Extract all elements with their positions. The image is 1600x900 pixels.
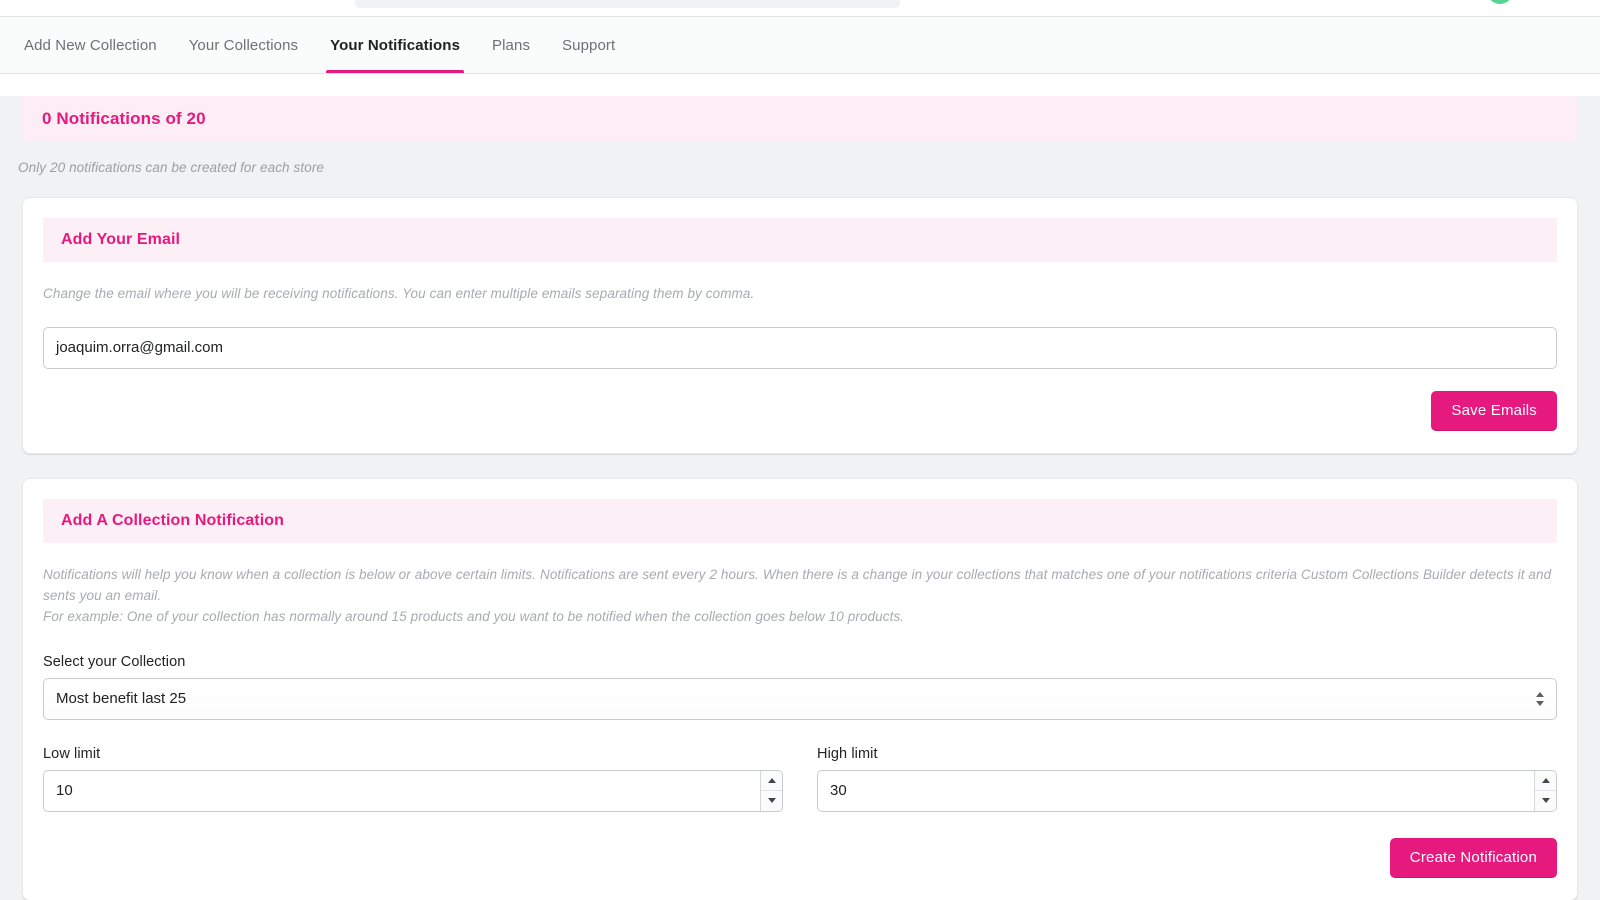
tab-your-collections[interactable]: Your Collections — [173, 17, 314, 73]
collection-select-label: Select your Collection — [43, 654, 1557, 670]
add-collection-notification-description: Notifications will help you know when a … — [43, 565, 1557, 628]
add-collection-notification-title: Add A Collection Notification — [61, 512, 284, 530]
limits-row: Low limit 10 High limit 30 — [43, 720, 1557, 812]
chevron-updown-icon — [1536, 692, 1544, 706]
high-limit-group: High limit 30 — [817, 720, 1557, 812]
high-limit-input[interactable]: 30 — [817, 770, 1557, 812]
email-field-value: joaquim.orra@gmail.com — [56, 339, 223, 356]
add-email-description: Change the email where you will be recei… — [43, 284, 1557, 305]
tab-label: Your Collections — [189, 37, 298, 54]
tab-label: Your Notifications — [330, 37, 460, 54]
collection-select-value: Most benefit last 25 — [56, 690, 186, 707]
notification-quota-title: 0 Notifications of 20 — [42, 109, 206, 129]
tab-label: Support — [562, 37, 615, 54]
high-limit-stepper[interactable] — [1534, 771, 1556, 811]
avatar[interactable] — [1487, 0, 1513, 4]
tab-your-notifications[interactable]: Your Notifications — [314, 17, 476, 73]
create-notification-button[interactable]: Create Notification — [1390, 838, 1557, 878]
add-collection-notification-card: Add A Collection Notification Notificati… — [22, 478, 1578, 900]
low-limit-stepper[interactable] — [760, 771, 782, 811]
add-collection-notification-card-header: Add A Collection Notification — [43, 499, 1557, 543]
high-limit-decrement-icon[interactable] — [1535, 791, 1556, 811]
tab-add-new-collection[interactable]: Add New Collection — [8, 17, 173, 73]
low-limit-value: 10 — [56, 782, 73, 799]
low-limit-decrement-icon[interactable] — [761, 791, 782, 811]
email-field[interactable]: joaquim.orra@gmail.com — [43, 327, 1557, 369]
add-email-card: Add Your Email Change the email where yo… — [22, 197, 1578, 454]
high-limit-increment-icon[interactable] — [1535, 771, 1556, 792]
notifications-page: 0 Notifications of 20 Only 20 notificati… — [0, 96, 1600, 900]
high-limit-label: High limit — [817, 746, 1557, 762]
collection-select[interactable]: Most benefit last 25 — [43, 678, 1557, 720]
description-line-2: For example: One of your collection has … — [43, 607, 1557, 628]
low-limit-label: Low limit — [43, 746, 783, 762]
save-emails-button[interactable]: Save Emails — [1431, 391, 1557, 431]
add-collection-notification-actions: Create Notification — [43, 838, 1557, 878]
low-limit-input[interactable]: 10 — [43, 770, 783, 812]
add-email-title: Add Your Email — [61, 231, 180, 249]
low-limit-increment-icon[interactable] — [761, 771, 782, 792]
high-limit-value: 30 — [830, 782, 847, 799]
global-search-input[interactable] — [355, 0, 900, 8]
notification-quota-subtitle: Only 20 notifications can be created for… — [18, 160, 1600, 175]
notification-quota-banner: 0 Notifications of 20 — [22, 96, 1578, 142]
main-tabbar: Add New Collection Your Collections Your… — [0, 16, 1600, 74]
app-chrome-sliver — [0, 0, 1600, 16]
add-email-card-header: Add Your Email — [43, 218, 1557, 262]
tab-plans[interactable]: Plans — [476, 17, 546, 73]
tab-label: Plans — [492, 37, 530, 54]
low-limit-group: Low limit 10 — [43, 720, 783, 812]
add-email-actions: Save Emails — [43, 391, 1557, 431]
tab-support[interactable]: Support — [546, 17, 631, 73]
tab-label: Add New Collection — [24, 37, 157, 54]
description-line-1: Notifications will help you know when a … — [43, 565, 1557, 607]
